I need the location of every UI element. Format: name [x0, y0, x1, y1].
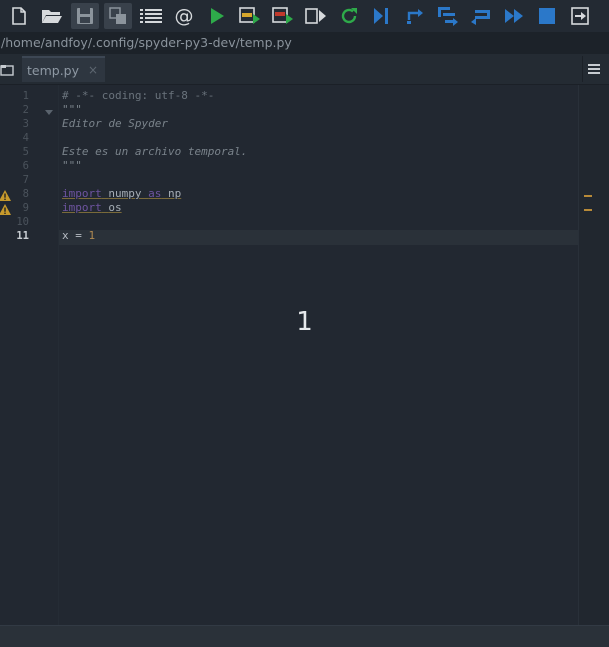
step-icon[interactable] — [401, 3, 429, 29]
code-line: # -*- coding: utf-8 -*- — [62, 89, 215, 102]
code-line: Editor de Spyder — [62, 117, 168, 130]
line-number: 4 — [22, 132, 29, 144]
line-number: 5 — [22, 146, 29, 158]
line-number: 7 — [22, 174, 29, 186]
line-number: 2 — [22, 104, 29, 116]
status-bar — [0, 625, 609, 647]
keyword: as — [148, 187, 162, 200]
tab-label: temp.py — [27, 62, 80, 78]
line-number: 10 — [16, 216, 29, 228]
code-line: import numpy as np — [62, 187, 181, 201]
options-menu-icon[interactable] — [582, 56, 605, 82]
run-cell-advance-icon[interactable] — [269, 3, 297, 29]
module-name: numpy — [108, 187, 142, 200]
code-line: x = 1 — [62, 229, 95, 243]
rerun-icon[interactable] — [335, 3, 363, 29]
line-number: 6 — [22, 160, 29, 172]
main-toolbar: @ — [0, 0, 609, 32]
module-name: os — [108, 201, 122, 214]
warning-icon[interactable] — [0, 190, 11, 202]
editor-tab-bar: temp.py × — [0, 54, 609, 85]
line-number-gutter: 1 2 3 4 5 6 7 8 9 10 11 — [0, 85, 36, 625]
code-area[interactable]: # -*- coding: utf-8 -*- """ Editor de Sp… — [58, 85, 578, 625]
outline-list-icon[interactable] — [137, 3, 165, 29]
browse-tabs-icon[interactable] — [0, 61, 16, 77]
debug-icon[interactable] — [368, 3, 396, 29]
step-into-icon[interactable] — [434, 3, 462, 29]
operator: = — [68, 229, 89, 242]
stop-icon[interactable] — [533, 3, 561, 29]
warning-flag[interactable] — [584, 195, 592, 197]
line-number: 1 — [22, 90, 29, 102]
fold-arrow-icon[interactable] — [45, 110, 53, 116]
keyword: import — [62, 201, 102, 214]
line-number: 3 — [22, 118, 29, 130]
line-number: 9 — [22, 202, 29, 214]
warning-icon[interactable] — [0, 204, 11, 216]
new-file-icon[interactable] — [5, 3, 33, 29]
warning-flag[interactable] — [584, 209, 592, 211]
save-all-icon[interactable] — [104, 3, 132, 29]
current-line-highlight — [59, 230, 578, 245]
code-line: """ — [62, 159, 82, 172]
maximize-icon[interactable] — [566, 3, 594, 29]
open-folder-icon[interactable] — [38, 3, 66, 29]
file-path-label: /home/andfoy/.config/spyder-py3-dev/temp… — [0, 32, 609, 54]
alias-name: np — [168, 187, 182, 200]
current-line-number: 11 — [16, 230, 29, 242]
run-cell-icon[interactable] — [236, 3, 264, 29]
line-number: 8 — [22, 188, 29, 200]
run-selection-icon[interactable] — [302, 3, 330, 29]
run-icon[interactable] — [203, 3, 231, 29]
step-return-icon[interactable] — [467, 3, 495, 29]
step-number-overlay: 1 — [296, 307, 313, 337]
scrollbar-flag-area[interactable] — [578, 85, 609, 625]
close-tab-icon[interactable]: × — [88, 63, 98, 77]
code-line: """ — [62, 103, 82, 116]
number-literal: 1 — [88, 229, 96, 242]
continue-icon[interactable] — [500, 3, 528, 29]
variable: x — [62, 229, 69, 242]
at-sign-icon[interactable]: @ — [170, 3, 198, 29]
tab-temp-py[interactable]: temp.py × — [22, 56, 105, 82]
keyword: import — [62, 187, 102, 200]
code-line: Este es un archivo temporal. — [62, 145, 248, 158]
code-line: import os — [62, 201, 122, 215]
save-icon[interactable] — [71, 3, 99, 29]
code-editor[interactable]: 1 2 3 4 5 6 7 8 9 10 11 # -*- coding: ut… — [0, 85, 609, 625]
